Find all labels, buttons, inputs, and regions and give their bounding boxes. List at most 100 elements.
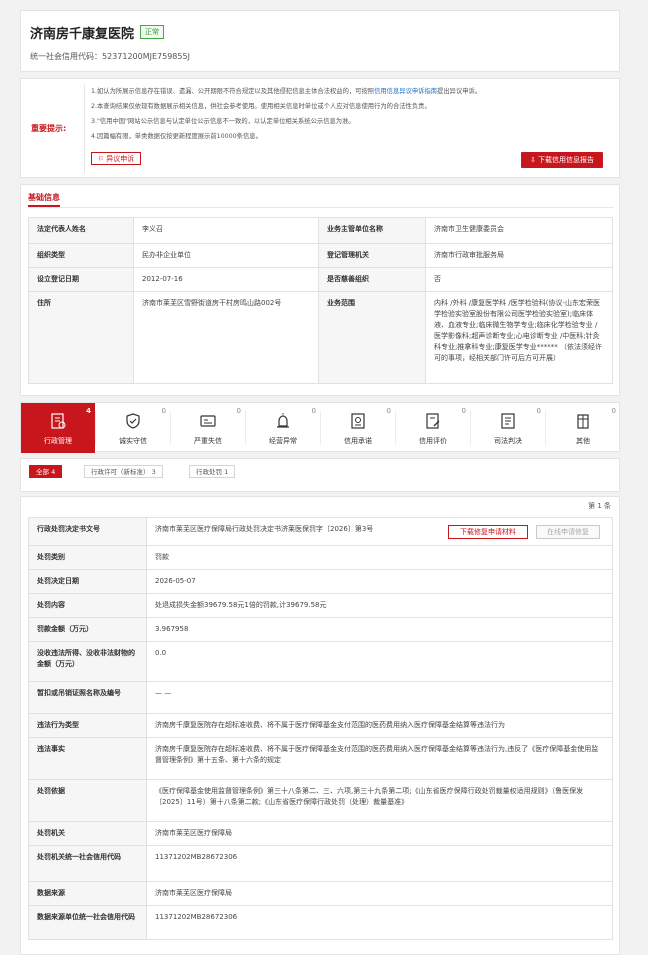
penalty-record-table: 行政处罚决定书文号 济南市莱芜区医疗保障局行政处罚决定书济莱医保罚字〔2026〕第… bbox=[28, 517, 613, 940]
table-row: 设立登记日期 2012-07-16 是否慈善组织 否 bbox=[28, 267, 613, 292]
label-violation-facts: 违法事实 bbox=[28, 737, 147, 780]
online-repair-button[interactable]: 在线申请修复 bbox=[536, 525, 600, 539]
tab-rating[interactable]: 信用评价 0 bbox=[396, 403, 470, 453]
notice-label: 重要提示: bbox=[31, 124, 67, 133]
table-row: 法定代表人姓名 李义召 业务主管单位名称 济南市卫生健康委员会 bbox=[28, 217, 613, 244]
tab-abnormal[interactable]: 经营异常 0 bbox=[246, 403, 320, 453]
table-row: 违法事实 济南房千康复医院存在超标准收费、将不属于医疗保障基金支付范围的医药费用纳… bbox=[28, 737, 613, 780]
table-row: 处罚机关 济南市莱芜区医疗保障局 bbox=[28, 821, 613, 846]
alarm-light-icon bbox=[277, 413, 289, 428]
value-violation-type: 济南房千康复医院存在超标准收费、将不属于医疗保障基金支付范围的医药费用纳入医疗保… bbox=[146, 713, 613, 738]
notice-line-1-tail: 提出异议申诉。 bbox=[437, 88, 482, 95]
filter-admin-license[interactable]: 行政许可（新标准） 3 bbox=[84, 465, 163, 478]
table-row: 处罚决定日期 2026-05-07 bbox=[28, 569, 613, 594]
label-license-revoked: 暂扣或吊销证照名称及编号 bbox=[28, 681, 147, 714]
status-badge: 正常 bbox=[140, 25, 164, 39]
table-row: 处罚依据 《医疗保障基金使用监督管理条例》第三十八条第二、三、六项,第三十九条第二… bbox=[28, 779, 613, 822]
value-reg-date: 2012-07-16 bbox=[133, 267, 319, 292]
credit-code-label: 统一社会信用代码： bbox=[30, 52, 102, 61]
value-registrar: 济南市行政审批服务局 bbox=[425, 243, 613, 268]
notice-line-1: 1.如认为所展示信息存在错误、遗漏、公开期限不符合规定以及其他侵犯信息主体合法权… bbox=[91, 86, 481, 95]
tab-count: 0 bbox=[236, 407, 241, 415]
tab-commitment[interactable]: 信用承诺 0 bbox=[321, 403, 395, 453]
table-row: 数据来源 济南市莱芜区医疗保障局 bbox=[28, 881, 613, 906]
tab-admin[interactable]: 行政管理 4 bbox=[21, 403, 95, 453]
value-license-revoked: — — bbox=[146, 681, 613, 714]
value-supervisor: 济南市卫生健康委员会 bbox=[425, 217, 613, 244]
admin-doc-icon bbox=[51, 413, 66, 429]
table-row: 组织类型 民办非企业单位 登记管理机关 济南市行政审批服务局 bbox=[28, 243, 613, 268]
credit-code-value: 52371200MJE759855J bbox=[102, 52, 190, 61]
filter-count: 3 bbox=[151, 468, 156, 476]
category-tabs: 行政管理 4 诚实守信 0 严重失信 0 经营异常 0 信用承诺 0 信用评价 … bbox=[20, 402, 620, 453]
notice-divider bbox=[84, 85, 85, 173]
tab-label: 经营异常 bbox=[269, 437, 297, 445]
value-legal-rep: 李义召 bbox=[133, 217, 319, 244]
filter-all[interactable]: 全部 4 bbox=[29, 465, 63, 478]
tab-honesty[interactable]: 诚实守信 0 bbox=[96, 403, 170, 453]
label-registrar: 登记管理机关 bbox=[318, 243, 426, 268]
value-penalty-type: 罚款 bbox=[146, 545, 613, 570]
value-penalty-content: 处退成损失金额39679.58元1倍的罚款,计39679.58元 bbox=[146, 593, 613, 618]
value-source-code: 11371202MB28672306 bbox=[146, 905, 613, 940]
value-data-source: 济南市莱芜区医疗保障局 bbox=[146, 881, 613, 906]
basic-info-table: 法定代表人姓名 李义召 业务主管单位名称 济南市卫生健康委员会 组织类型 民办非… bbox=[28, 217, 613, 384]
label-supervisor: 业务主管单位名称 bbox=[318, 217, 426, 244]
tab-count: 0 bbox=[311, 407, 316, 415]
tab-judgment[interactable]: 司法判决 0 bbox=[471, 403, 545, 453]
label-legal-rep: 法定代表人姓名 bbox=[28, 217, 134, 244]
table-row: 没收违法所得、没收非法财物的金额（万元） 0.0 bbox=[28, 641, 613, 682]
value-address: 济南市莱芜区雪野街道房干村房鸣山路002号 bbox=[133, 291, 319, 384]
download-icon: ⇩ bbox=[529, 156, 539, 164]
download-repair-materials-button[interactable]: 下载修复申请材料 bbox=[448, 525, 528, 539]
tab-count: 0 bbox=[536, 407, 541, 415]
notice-line-2: 2.本查询结果仅依现有数据展示相关信息，供社会参考使用。使用相关信息时单位或个人… bbox=[91, 103, 431, 110]
tab-count: 0 bbox=[161, 407, 166, 415]
tab-count: 0 bbox=[611, 407, 616, 415]
label-charity: 是否慈善组织 bbox=[318, 267, 426, 292]
filter-count: 4 bbox=[51, 468, 56, 476]
value-penalty-basis: 《医疗保障基金使用监督管理条例》第三十八条第二、三、六项,第三十九条第二项;《山… bbox=[146, 779, 613, 822]
org-header-panel: 济南房千康复医院 正常 统一社会信用代码：52371200MJE759855J bbox=[20, 10, 620, 72]
label-decision-no: 行政处罚决定书文号 bbox=[28, 517, 147, 546]
table-row: 处罚机关统一社会信用代码 11371202MB2867230​6 bbox=[28, 845, 613, 882]
objection-button[interactable]: ⚐ 异议申诉 bbox=[91, 152, 141, 165]
table-row: 住所 济南市莱芜区雪野街道房干村房鸣山路002号 业务范围 内科 /外科 /康复… bbox=[28, 291, 613, 384]
tab-label: 诚实守信 bbox=[119, 437, 147, 445]
label-penalty-authority: 处罚机关 bbox=[28, 821, 147, 846]
table-row: 数据来源单位统一社会信用代码 11371202MB28672306 bbox=[28, 905, 613, 940]
tab-label: 其他 bbox=[576, 437, 590, 445]
tab-serious-dishonest[interactable]: 严重失信 0 bbox=[171, 403, 245, 453]
filter-label: 全部 bbox=[36, 468, 49, 476]
commitment-cert-icon bbox=[351, 413, 365, 429]
label-fine-amount: 罚款金额（万元） bbox=[28, 617, 147, 642]
filter-admin-penalty[interactable]: 行政处罚 1 bbox=[189, 465, 236, 478]
value-penalty-authority: 济南市莱芜区医疗保障局 bbox=[146, 821, 613, 846]
tab-label: 司法判决 bbox=[494, 437, 522, 445]
judgment-doc-icon bbox=[501, 413, 515, 429]
notice-panel: 重要提示: 1.如认为所展示信息存在错误、遗漏、公开期限不符合规定以及其他侵犯信… bbox=[20, 78, 620, 178]
filter-count: 1 bbox=[224, 468, 229, 476]
label-confiscation: 没收违法所得、没收非法财物的金额（万元） bbox=[28, 641, 147, 682]
tab-label: 行政管理 bbox=[44, 437, 72, 445]
label-address: 住所 bbox=[28, 291, 134, 384]
notice-line-3: 3."信用中国"网站公示信息与认定单位公示信息不一致的，以认定单位相关系统公示信… bbox=[91, 118, 355, 125]
dishonest-id-icon bbox=[200, 415, 216, 427]
tab-count: 0 bbox=[461, 407, 466, 415]
tab-label: 信用评价 bbox=[419, 437, 447, 445]
table-row: 暂扣或吊销证照名称及编号 — — bbox=[28, 681, 613, 714]
value-org-type: 民办非企业单位 bbox=[133, 243, 319, 268]
basic-info-title: 基础信息 bbox=[28, 193, 60, 202]
label-data-source: 数据来源 bbox=[28, 881, 147, 906]
basic-info-underline bbox=[28, 205, 60, 207]
appeal-guide-link[interactable]: 信用信息异议申诉指南 bbox=[374, 88, 437, 95]
honesty-shield-icon bbox=[126, 413, 140, 429]
value-decision-date: 2026-05-07 bbox=[146, 569, 613, 594]
tab-count: 4 bbox=[86, 407, 91, 415]
filter-label: 行政许可（新标准） bbox=[91, 468, 150, 476]
basic-info-divider bbox=[28, 207, 614, 208]
value-confiscation: 0.0 bbox=[146, 641, 613, 682]
download-report-button[interactable]: ⇩ 下载信用信息报告 bbox=[521, 152, 603, 168]
notice-line-1-text: 1.如认为所展示信息存在错误、遗漏、公开期限不符合规定以及其他侵犯信息主体合法权… bbox=[91, 88, 375, 95]
tab-other[interactable]: 其他 0 bbox=[546, 403, 620, 453]
